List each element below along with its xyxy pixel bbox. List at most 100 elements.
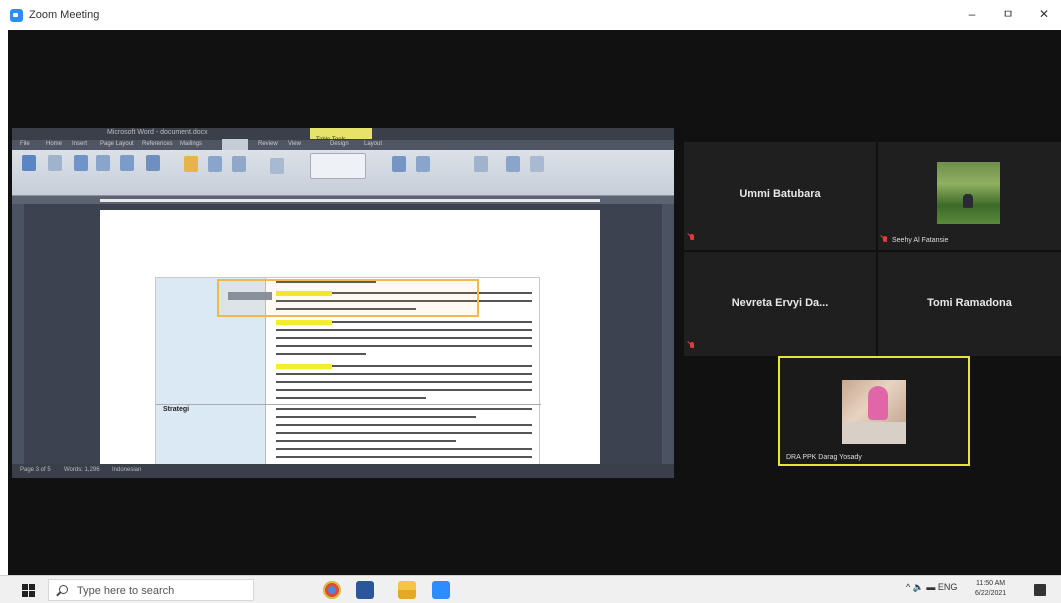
- word-contextual-tab: Table Tools: [310, 128, 372, 143]
- word-scrollbar[interactable]: [662, 204, 674, 464]
- word-page: Strategi: [100, 210, 600, 466]
- text-line: [276, 448, 532, 450]
- word-menu-view: View: [288, 141, 301, 147]
- ribbon-insert-below-icon: [120, 155, 134, 171]
- zoom-icon[interactable]: [432, 581, 450, 599]
- windows-start-icon[interactable]: [22, 584, 35, 597]
- text-line: [276, 381, 532, 383]
- ribbon-text-direction-icon: [416, 156, 430, 172]
- taskbar: Type here to search ^ 🔈 ▬ ENG 11:50 AM 6…: [0, 575, 1061, 603]
- search-icon: [59, 585, 68, 594]
- search-placeholder: Type here to search: [77, 585, 175, 597]
- text-line: [276, 337, 532, 339]
- text-line: [276, 456, 532, 458]
- participant-name: Ummi Batubara: [739, 188, 821, 200]
- ribbon-insert-left-icon: [146, 155, 160, 171]
- ribbon-repeat-header-icon: [506, 156, 520, 172]
- participant-tile[interactable]: Nevreta Ervyi Da...: [684, 252, 876, 356]
- status-page: Page 3 of 5: [20, 467, 51, 473]
- text-line: [276, 416, 476, 418]
- text-line: [276, 397, 426, 399]
- participant-video-thumbnail: [842, 380, 906, 444]
- muted-mic-icon: [689, 234, 695, 243]
- word-menu-bar: File Home Insert Page Layout References …: [12, 140, 674, 150]
- status-language: Indonesian: [112, 467, 142, 473]
- ribbon-insert-above-icon: [96, 155, 110, 171]
- participant-tile[interactable]: Ummi Batubara: [684, 142, 876, 250]
- text-line: [332, 321, 532, 323]
- participant-tile[interactable]: Tomi Ramadona: [878, 252, 1061, 356]
- minimize-button[interactable]: –: [961, 4, 983, 24]
- text-line: [276, 389, 532, 391]
- word-menu-mailings: Mailings: [180, 141, 203, 147]
- word-ribbon: [12, 150, 674, 196]
- text-line: [276, 373, 532, 375]
- file-explorer-icon[interactable]: [398, 581, 416, 599]
- word-menu-references: References: [142, 141, 173, 147]
- ribbon-formula-icon: [530, 156, 544, 172]
- ribbon-split-cells-icon: [208, 156, 222, 172]
- notification-icon[interactable]: [1034, 584, 1046, 596]
- meeting-area: Microsoft Word - document.docx Table Too…: [8, 30, 1061, 575]
- text-line: [276, 353, 366, 355]
- shared-screen[interactable]: Microsoft Word - document.docx Table Too…: [12, 128, 674, 478]
- table-row-label: Strategi: [163, 406, 190, 413]
- text-line: [276, 329, 532, 331]
- clock-time: 11:50 AM: [976, 580, 1006, 587]
- zoom-logo-icon: [10, 8, 23, 22]
- close-button[interactable]: ✕: [1033, 4, 1055, 24]
- status-words: Words: 1,296: [64, 467, 100, 473]
- zoom-window: Zoom Meeting – ㅁ ✕ Microsoft Word - docu…: [0, 0, 1061, 603]
- word-ruler: [12, 196, 674, 204]
- text-line: [276, 432, 532, 434]
- clock-date: 6/22/2021: [975, 590, 1007, 597]
- muted-mic-icon: [882, 236, 888, 245]
- text-line: [276, 440, 456, 442]
- text-selection-highlight: [228, 292, 272, 300]
- text-line: [276, 345, 532, 347]
- word-status-bar: Page 3 of 5 Words: 1,296 Indonesian: [12, 464, 674, 478]
- ribbon-properties-icon: [22, 155, 36, 171]
- participant-tile[interactable]: Seehy Al Fatansie: [878, 142, 1061, 250]
- participant-name: Nevreta Ervyi Da...: [731, 297, 829, 309]
- ribbon-delete-icon: [74, 155, 88, 171]
- text-line: [276, 424, 532, 426]
- word-ruler-track: [100, 199, 600, 202]
- participant-name: DRA PPK Darag Yosady: [786, 454, 862, 461]
- word-vertical-ruler: [12, 204, 24, 464]
- text-highlight: [276, 320, 332, 325]
- active-speaker-tile[interactable]: DRA PPK Darag Yosady: [778, 356, 970, 466]
- word-menu-review: Review: [258, 141, 278, 147]
- maximize-button[interactable]: ㅁ: [997, 4, 1019, 24]
- person-silhouette-icon: [963, 194, 973, 208]
- ribbon-select-icon: [48, 155, 62, 171]
- word-menu-home: Home: [46, 141, 63, 147]
- window-title: Zoom Meeting: [29, 9, 100, 21]
- taskbar-search[interactable]: Type here to search: [48, 579, 254, 601]
- ribbon-sort-icon: [474, 156, 488, 172]
- text-line: [332, 365, 532, 367]
- text-highlight: [276, 364, 332, 369]
- word-icon[interactable]: [356, 581, 374, 599]
- window-controls: – ㅁ ✕: [961, 4, 1055, 24]
- ribbon-merge-cells-icon: [184, 156, 198, 172]
- word-menu-design: Design: [330, 141, 349, 147]
- table-row-divider: [156, 404, 541, 405]
- word-menu-layout: Layout: [364, 141, 383, 147]
- taskbar-clock[interactable]: 11:50 AM 6/22/2021: [975, 579, 1006, 599]
- person-silhouette-icon: [868, 386, 888, 420]
- title-bar: Zoom Meeting – ㅁ ✕: [0, 0, 1061, 30]
- word-active-menu-tab: [222, 139, 248, 150]
- muted-mic-icon: [689, 342, 695, 351]
- table-surface: [842, 422, 906, 444]
- word-app-title: Microsoft Word - document.docx: [107, 129, 208, 136]
- word-menu-file: File: [20, 141, 30, 147]
- chrome-icon[interactable]: [323, 581, 341, 599]
- participant-name: Seehy Al Fatansie: [892, 237, 949, 244]
- ribbon-align-icon: [392, 156, 406, 172]
- ribbon-cell-size-group: [310, 153, 366, 179]
- word-menu-insert: Insert: [72, 141, 88, 147]
- ribbon-autofit-icon: [270, 158, 284, 174]
- system-tray[interactable]: ^ 🔈 ▬ ENG: [906, 582, 957, 593]
- text-line: [276, 408, 532, 410]
